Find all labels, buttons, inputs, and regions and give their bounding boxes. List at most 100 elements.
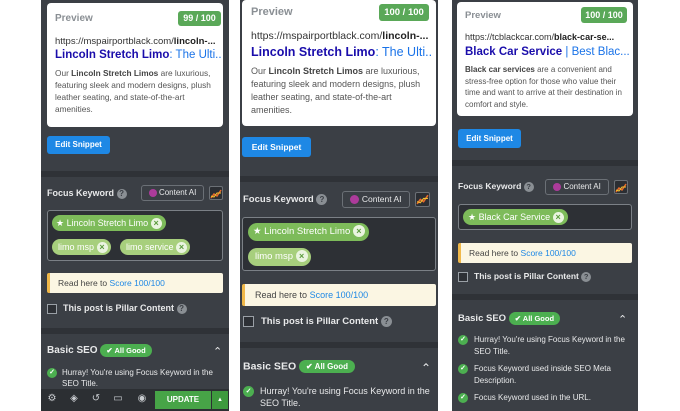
pillar-checkbox[interactable] [458,271,468,282]
seo-score-badge: 99 / 100 [178,11,221,26]
score-notice: Read here to Score 100/100 [458,243,632,263]
check-item: ✓ Focus Keyword used in the URL. [458,392,630,404]
content-ai-button[interactable]: Content AI [342,191,410,208]
pillar-content-checkbox-row[interactable]: This post is Pillar Content ? [243,316,392,327]
trends-icon[interactable] [614,180,628,194]
pillar-checkbox[interactable] [47,303,57,314]
pillar-checkbox[interactable] [243,316,254,327]
focus-keyword-input[interactable]: ★ Lincoln Stretch Limo × limo msp × limo… [47,210,223,261]
focus-keyword-input[interactable]: ★ Black Car Service × [458,204,632,230]
content-ai-icon [553,182,562,191]
score-notice: Read here to Score 100/100 [47,273,223,293]
basic-seo-header[interactable]: Basic SEO ✔ All Good [243,360,356,373]
preview-label: Preview [465,10,501,21]
keyword-tag[interactable]: limo service × [120,239,191,255]
edit-snippet-button[interactable]: Edit Snippet [242,137,311,157]
score-notice: Read here to Score 100/100 [242,284,436,306]
check-icon: ✓ [458,335,468,345]
snippet-preview-card: Preview 100 / 100 https://tcblackcar.com… [457,2,633,116]
all-good-badge: ✔ All Good [508,312,561,325]
score-link[interactable]: Score 100/100 [521,248,576,258]
remove-keyword-icon[interactable]: × [150,218,162,230]
help-icon[interactable]: ? [316,194,328,205]
score-link[interactable]: Score 100/100 [110,278,165,288]
edit-snippet-button[interactable]: Edit Snippet [47,136,110,154]
seo-panel-3: Preview 100 / 100 https://tcblackcar.com… [452,0,638,411]
seo-score-badge: 100 / 100 [581,7,627,23]
editor-bottom-bar: ⚙ ◈ ↺ ▭ ◉ UPDATE ▲ [41,389,229,411]
preview-url: https://mspairportblack.com/lincoln-... [251,30,429,42]
preview-eye-icon[interactable]: ◉ [135,393,149,404]
preview-title: Black Car Service | Best Blac... [465,46,629,58]
settings-icon[interactable]: ⚙ [45,393,59,404]
basic-seo-header[interactable]: Basic SEO ✔ All Good [458,312,561,325]
remove-keyword-icon[interactable]: × [295,250,308,263]
content-ai-button[interactable]: Content AI [545,179,609,195]
help-icon[interactable]: ? [581,271,592,282]
content-ai-icon [350,195,360,205]
star-icon: ★ [253,226,262,237]
all-good-badge: ✔ All Good [299,360,356,373]
remove-keyword-icon[interactable]: × [552,212,564,224]
snippet-preview-card: Preview 100 / 100 https://mspairportblac… [242,0,436,126]
section-divider [240,176,438,182]
preview-description: Black car services are a convenient and … [465,65,622,109]
star-icon: ★ [56,218,65,228]
focus-keyword-label: Focus Keyword ? [458,181,534,192]
update-button[interactable]: UPDATE [155,391,211,409]
check-icon: ✓ [243,386,254,397]
pillar-content-checkbox-row[interactable]: This post is Pillar Content ? [47,303,187,314]
help-icon[interactable]: ? [523,181,534,192]
section-divider [41,171,229,177]
keyword-tag[interactable]: limo msp × [248,248,311,266]
keyword-tag-primary[interactable]: ★ Black Car Service × [463,209,568,225]
check-icon: ✓ [47,368,57,378]
seo-score-badge: 100 / 100 [379,4,429,21]
focus-keyword-label: Focus Keyword ? [243,194,328,205]
layers-icon[interactable]: ◈ [67,393,81,404]
remove-keyword-icon[interactable]: × [96,242,108,254]
section-divider [240,342,438,348]
trends-icon[interactable] [415,192,430,207]
preview-label: Preview [251,6,293,18]
preview-description: Our Lincoln Stretch Limos are luxurious,… [251,66,421,115]
check-item: ✓ Hurray! You're using Focus Keyword in t… [458,334,630,357]
keyword-tag-primary[interactable]: ★ Lincoln Stretch Limo × [52,215,166,231]
check-item: ✓ Hurray! You're using Focus Keyword in t… [243,385,433,409]
preview-label: Preview [55,13,93,24]
focus-keyword-input[interactable]: ★ Lincoln Stretch Limo × limo msp × [242,217,436,271]
basic-seo-header[interactable]: Basic SEO ✔ All Good [47,344,152,357]
section-divider [41,328,229,334]
star-icon: ★ [468,212,477,222]
remove-keyword-icon[interactable]: × [352,225,365,238]
history-icon[interactable]: ↺ [89,393,103,404]
score-link[interactable]: Score 100/100 [310,290,369,300]
trends-icon[interactable] [209,186,223,200]
all-good-badge: ✔ All Good [100,344,152,357]
help-icon[interactable]: ? [176,303,187,314]
responsive-icon[interactable]: ▭ [111,393,125,404]
check-item: ✓ Focus Keyword used inside SEO Meta Desc… [458,363,630,386]
check-item: ✓ Hurray! You're using Focus Keyword in t… [47,367,223,389]
collapse-chevron-icon[interactable]: ⌃ [421,361,431,375]
remove-keyword-icon[interactable]: × [176,242,188,254]
help-icon[interactable]: ? [116,188,127,199]
update-options-icon[interactable]: ▲ [212,391,228,409]
preview-title: Lincoln Stretch Limo: The Ulti... [251,45,431,59]
focus-keyword-label: Focus Keyword ? [47,188,127,199]
preview-description: Our Lincoln Stretch Limos are luxurious,… [55,68,211,114]
help-icon[interactable]: ? [380,316,392,327]
section-divider [452,294,638,300]
seo-panel-1: Preview 99 / 100 https://mspairportblack… [41,0,229,411]
section-divider [452,160,638,166]
collapse-chevron-icon[interactable]: ⌃ [618,313,627,326]
keyword-tag[interactable]: limo msp × [52,239,111,255]
edit-snippet-button[interactable]: Edit Snippet [458,129,521,148]
preview-title: Lincoln Stretch Limo: The Ulti... [55,49,221,61]
snippet-preview-card: Preview 99 / 100 https://mspairportblack… [47,3,223,127]
pillar-content-checkbox-row[interactable]: This post is Pillar Content ? [458,271,592,282]
collapse-chevron-icon[interactable]: ⌃ [213,345,222,358]
keyword-tag-primary[interactable]: ★ Lincoln Stretch Limo × [248,223,369,241]
content-ai-button[interactable]: Content AI [141,185,204,201]
check-icon: ✓ [458,364,468,374]
